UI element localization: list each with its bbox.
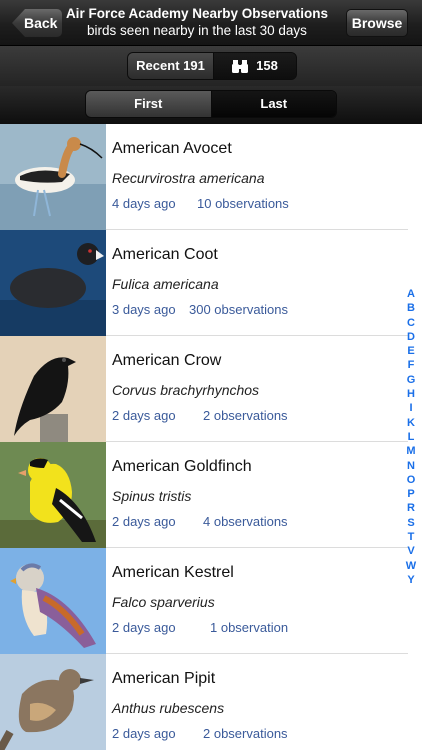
alphabet-index[interactable]: A B C D E F G H I K L M N O P R S T V W … xyxy=(404,287,418,587)
index-letter-s[interactable]: S xyxy=(407,516,414,530)
last-segment[interactable]: Last xyxy=(211,91,336,117)
binocular-segment[interactable]: 158 xyxy=(214,53,296,79)
bird-info: American Goldfinch Spinus tristis 2 days… xyxy=(112,442,398,548)
back-button-label[interactable]: Back xyxy=(24,9,57,37)
bird-last-seen: 2 days ago xyxy=(112,726,176,741)
bird-photo xyxy=(0,336,106,442)
bird-observation-count: 1 observation xyxy=(210,620,289,635)
first-segment[interactable]: First xyxy=(86,91,212,117)
index-letter-m[interactable]: M xyxy=(406,444,415,458)
bird-row-american-goldfinch[interactable]: American Goldfinch Spinus tristis 2 days… xyxy=(0,442,422,548)
index-letter-a[interactable]: A xyxy=(407,287,415,301)
bird-common-name: American Goldfinch xyxy=(112,458,252,475)
bird-common-name: American Coot xyxy=(112,246,218,263)
bird-observation-count: 300 observations xyxy=(189,302,289,317)
nav-bar: Back Air Force Academy Nearby Observatio… xyxy=(0,0,422,46)
bird-scientific-name: Falco sparverius xyxy=(112,594,215,610)
index-letter-f[interactable]: F xyxy=(408,358,415,372)
bird-scientific-name: Recurvirostra americana xyxy=(112,170,265,186)
binoculars-icon xyxy=(232,60,249,73)
index-letter-k[interactable]: K xyxy=(407,416,415,430)
bird-common-name: American Avocet xyxy=(112,140,232,157)
bird-row-american-crow[interactable]: American Crow Corvus brachyrhynchos 2 da… xyxy=(0,336,422,442)
index-letter-y[interactable]: Y xyxy=(407,573,414,587)
index-letter-r[interactable]: R xyxy=(407,501,415,515)
index-letter-t[interactable]: T xyxy=(408,530,415,544)
index-letter-o[interactable]: O xyxy=(407,473,416,487)
filter-segmented-control: Recent 191 158 xyxy=(127,52,297,80)
index-letter-e[interactable]: E xyxy=(407,344,414,358)
index-letter-c[interactable]: C xyxy=(407,316,415,330)
bird-photo xyxy=(0,548,106,654)
index-letter-p[interactable]: P xyxy=(407,487,414,501)
bird-info: American Pipit Anthus rubescens 2 days a… xyxy=(112,654,398,750)
index-letter-b[interactable]: B xyxy=(407,301,415,315)
index-letter-d[interactable]: D xyxy=(407,330,415,344)
bird-row-american-pipit[interactable]: American Pipit Anthus rubescens 2 days a… xyxy=(0,654,422,750)
bird-photo xyxy=(0,230,106,336)
page-title: Air Force Academy Nearby Observations xyxy=(65,6,329,21)
bird-observation-count: 10 observations xyxy=(197,196,289,211)
index-letter-v[interactable]: V xyxy=(407,544,414,558)
index-letter-h[interactable]: H xyxy=(407,387,415,401)
index-letter-g[interactable]: G xyxy=(407,373,416,387)
bird-info: American Avocet Recurvirostra americana … xyxy=(112,124,398,230)
bird-last-seen: 2 days ago xyxy=(112,408,176,423)
bird-photo xyxy=(0,124,106,230)
bird-common-name: American Crow xyxy=(112,352,222,369)
bird-last-seen: 2 days ago xyxy=(112,620,176,635)
page-subtitle: birds seen nearby in the last 30 days xyxy=(87,23,307,38)
bird-row-american-avocet[interactable]: American Avocet Recurvirostra americana … xyxy=(0,124,422,230)
index-letter-l[interactable]: L xyxy=(408,430,415,444)
bird-info: American Coot Fulica americana 3 days ag… xyxy=(112,230,398,336)
bird-scientific-name: Anthus rubescens xyxy=(112,700,225,716)
bird-common-name: American Kestrel xyxy=(112,564,234,581)
bird-photo xyxy=(0,654,106,750)
index-letter-n[interactable]: N xyxy=(407,459,415,473)
bird-last-seen: 4 days ago xyxy=(112,196,176,211)
bird-scientific-name: Spinus tristis xyxy=(112,488,192,504)
bird-common-name: American Pipit xyxy=(112,670,216,687)
sort-segmented-control: First Last xyxy=(85,90,337,118)
index-letter-i[interactable]: I xyxy=(409,401,412,415)
bird-list: American Avocet Recurvirostra americana … xyxy=(0,124,422,750)
browse-button[interactable]: Browse xyxy=(346,9,408,37)
bird-observation-count: 4 observations xyxy=(203,514,288,529)
bird-info: American Crow Corvus brachyrhynchos 2 da… xyxy=(112,336,398,442)
bird-scientific-name: Corvus brachyrhynchos xyxy=(112,382,260,398)
binocular-count: 158 xyxy=(256,58,278,73)
sort-toolbar: First Last xyxy=(0,86,422,124)
recent-segment[interactable]: Recent 191 xyxy=(128,53,214,79)
bird-row-american-coot[interactable]: American Coot Fulica americana 3 days ag… xyxy=(0,230,422,336)
bird-row-american-kestrel[interactable]: American Kestrel Falco sparverius 2 days… xyxy=(0,548,422,654)
bird-info: American Kestrel Falco sparverius 2 days… xyxy=(112,548,398,654)
bird-last-seen: 3 days ago xyxy=(112,302,176,317)
index-letter-w[interactable]: W xyxy=(406,559,416,573)
bird-observation-count: 2 observations xyxy=(203,408,288,423)
bird-last-seen: 2 days ago xyxy=(112,514,176,529)
bird-scientific-name: Fulica americana xyxy=(112,276,219,292)
bird-observation-count: 2 observations xyxy=(203,726,288,741)
bird-photo xyxy=(0,442,106,548)
filter-toolbar: Recent 191 158 xyxy=(0,46,422,86)
nav-title-block: Air Force Academy Nearby Observations bi… xyxy=(64,5,330,40)
